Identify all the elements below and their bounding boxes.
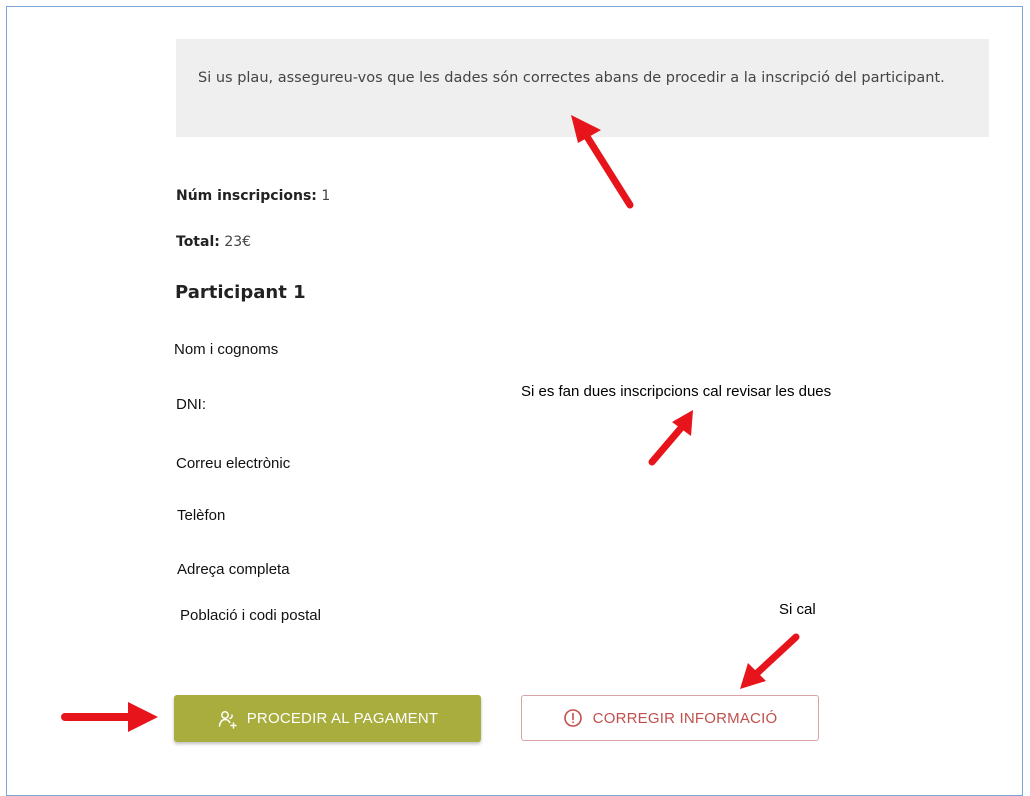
- arrow-to-pay-button: [61, 702, 158, 732]
- annotation-arrows: [61, 115, 800, 732]
- arrow-to-notice: [571, 115, 634, 209]
- arrow-to-correct-button: [740, 633, 800, 689]
- arrow-to-participant: [648, 410, 693, 466]
